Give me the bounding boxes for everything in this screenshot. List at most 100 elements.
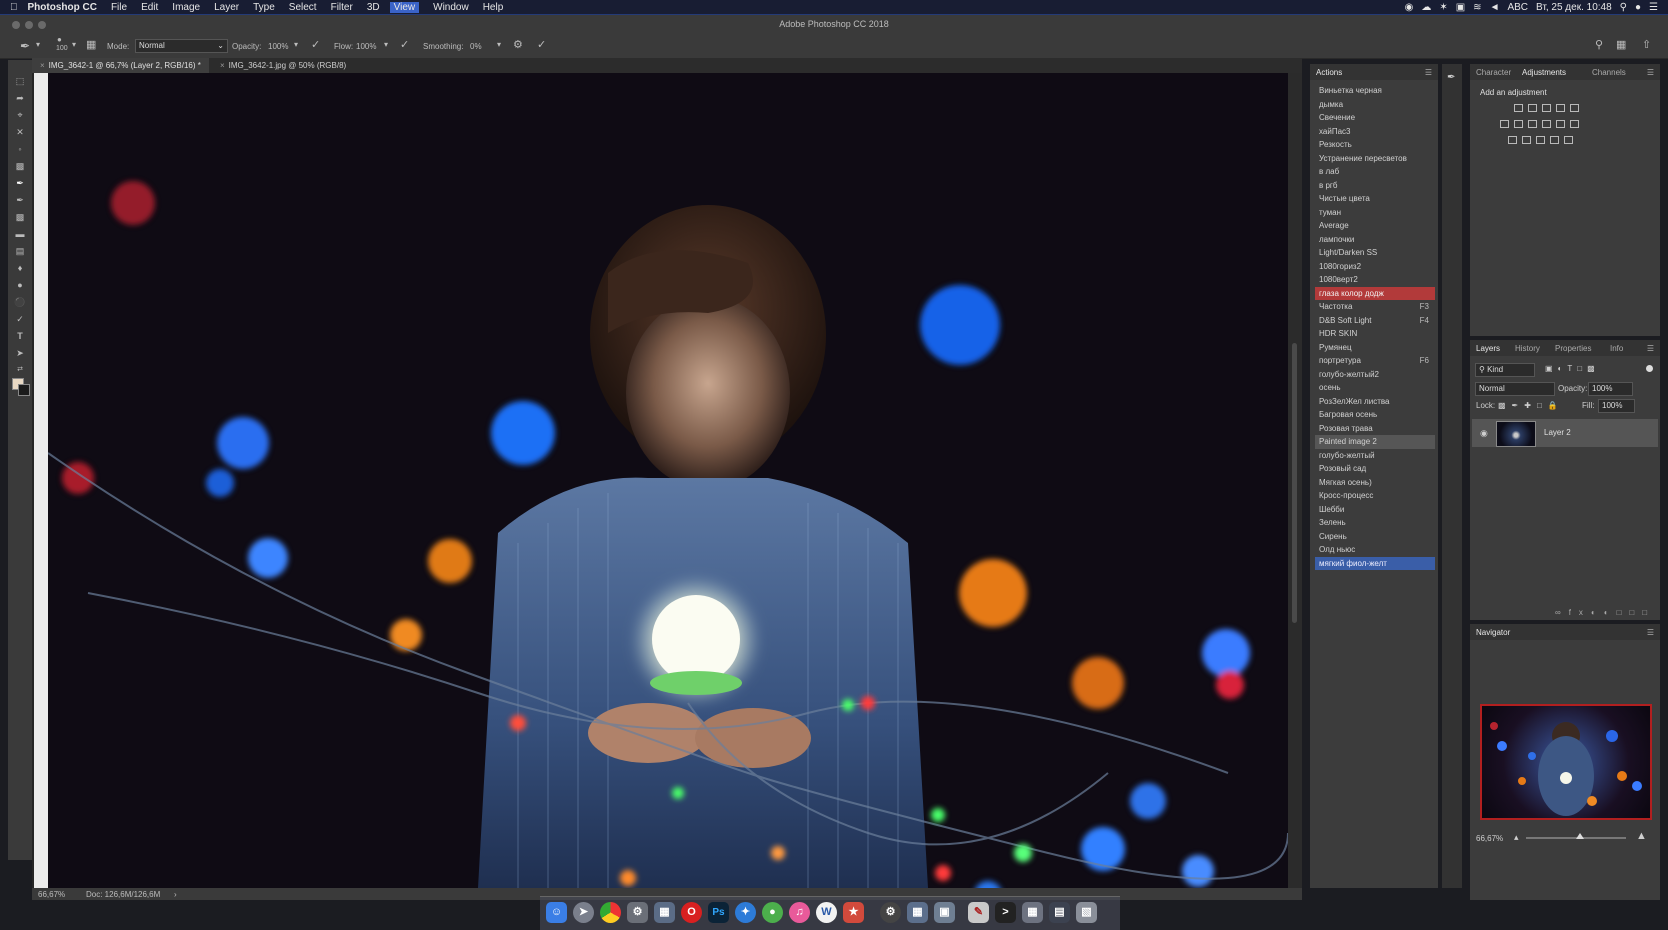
background-color-swatch[interactable] xyxy=(18,384,30,396)
marquee-tool-icon[interactable]: ⬚ xyxy=(13,76,27,86)
gradient-map-icon[interactable] xyxy=(1550,136,1559,144)
script-icon[interactable]: ✎ xyxy=(968,902,989,923)
eyedropper-tool-icon[interactable]: ✕ xyxy=(13,127,27,137)
invert-icon[interactable] xyxy=(1508,136,1517,144)
menu-select[interactable]: Select xyxy=(289,2,317,13)
action-item[interactable]: Зелень xyxy=(1315,516,1435,530)
menu-3d[interactable]: 3D xyxy=(367,2,380,13)
vibrance-icon[interactable] xyxy=(1570,104,1579,112)
action-item[interactable]: дымка xyxy=(1315,98,1435,112)
apple-icon[interactable]:  xyxy=(10,2,18,13)
files-icon[interactable]: ▦ xyxy=(907,902,928,923)
menubar-clock[interactable]: Вт, 25 дек. 10:48 xyxy=(1536,2,1612,13)
menu-edit[interactable]: Edit xyxy=(141,2,158,13)
gear-icon[interactable]: ⚙ xyxy=(513,38,523,51)
wifi-icon[interactable]: ≋ xyxy=(1473,2,1481,13)
tab-document-2[interactable]: × IMG_3642-1.jpg @ 50% (RGB/8) xyxy=(212,58,354,73)
smoothing-value[interactable]: 0% xyxy=(470,42,482,51)
canvas-scrollbar[interactable] xyxy=(1288,73,1302,888)
tab-document-1[interactable]: × IMG_3642-1 @ 66,7% (Layer 2, RGB/16) * xyxy=(32,58,209,73)
posterize-icon[interactable] xyxy=(1522,136,1531,144)
notification-center-icon[interactable]: ☰ xyxy=(1649,2,1658,13)
path-select-tool-icon[interactable]: ➤ xyxy=(13,348,27,358)
record-icon[interactable]: ◉ xyxy=(1405,2,1414,13)
layer-filter-icons[interactable]: ▣◐T□▩ xyxy=(1545,364,1600,378)
document-image[interactable] xyxy=(48,73,1288,888)
action-item[interactable]: HDR SKIN xyxy=(1315,327,1435,341)
doc-size[interactable]: Doc: 126,6M/126,6M xyxy=(86,890,160,899)
close-tab-icon[interactable]: × xyxy=(220,61,225,70)
spotlight-icon[interactable]: ⚲ xyxy=(1620,2,1627,13)
filter-toggle-icon[interactable] xyxy=(1646,365,1653,372)
tab-properties[interactable]: Properties xyxy=(1555,344,1591,353)
pen-tool-icon[interactable]: ✓ xyxy=(13,314,27,324)
activity-icon[interactable]: ▤ xyxy=(1049,902,1070,923)
blend-mode-select[interactable]: Normal xyxy=(1475,382,1555,396)
itunes-icon[interactable]: ♫ xyxy=(789,902,810,923)
finder-icon[interactable]: ☺ xyxy=(546,902,567,923)
action-item[interactable]: Шебби xyxy=(1315,503,1435,517)
tab-character[interactable]: Character xyxy=(1476,68,1511,77)
safari-icon[interactable]: ✦ xyxy=(735,902,756,923)
opacity-value[interactable]: 100% xyxy=(268,42,288,51)
action-item[interactable]: Розовая трава xyxy=(1315,422,1435,436)
action-item[interactable]: Багровая осень xyxy=(1315,408,1435,422)
panel-menu-icon[interactable]: ☰ xyxy=(1647,628,1654,637)
trash-icon[interactable]: ▧ xyxy=(1076,902,1097,923)
brush-tool-icon[interactable]: ✒ xyxy=(20,39,30,53)
downloads-icon[interactable]: ▦ xyxy=(1022,902,1043,923)
action-item[interactable]: глаза колор додж xyxy=(1315,286,1435,300)
menu-layer[interactable]: Layer xyxy=(214,2,239,13)
tab-adjustments[interactable]: Adjustments xyxy=(1522,68,1566,77)
action-item[interactable]: Painted image 2 xyxy=(1315,435,1435,449)
panel-menu-icon[interactable]: ☰ xyxy=(1647,68,1654,77)
menu-help[interactable]: Help xyxy=(483,2,504,13)
action-item[interactable]: мягкий фиол-желт xyxy=(1315,556,1435,570)
gradient-tool-icon[interactable]: ▤ xyxy=(13,246,27,256)
action-item[interactable]: Чистые цвета xyxy=(1315,192,1435,206)
user-icon[interactable]: ● xyxy=(1635,2,1641,13)
curves-icon[interactable] xyxy=(1542,104,1551,112)
blur-tool-icon[interactable]: ⚫ xyxy=(13,297,27,307)
action-item[interactable]: 1080верт2 xyxy=(1315,273,1435,287)
swap-colors-icon[interactable]: ⇄ xyxy=(13,365,27,375)
airbrush-icon[interactable]: ✓ xyxy=(400,38,409,51)
tab-layers[interactable]: Layers xyxy=(1476,344,1500,353)
scrollbar-thumb[interactable] xyxy=(1292,343,1297,623)
close-tab-icon[interactable]: × xyxy=(40,61,45,70)
brush-preview-dot-icon[interactable]: ● xyxy=(57,35,62,44)
tab-channels[interactable]: Channels xyxy=(1592,68,1626,77)
chrome-icon[interactable] xyxy=(600,902,621,923)
screenshot-icon[interactable]: ▣ xyxy=(934,902,955,923)
system-prefs-icon[interactable]: ⚙ xyxy=(627,902,648,923)
launchpad-icon[interactable]: ➤ xyxy=(573,902,594,923)
mixer-brush-tool-icon[interactable]: ✒ xyxy=(13,195,27,205)
opera-icon[interactable]: O xyxy=(681,902,702,923)
reeder-icon[interactable]: ★ xyxy=(843,902,864,923)
share-icon[interactable]: ⇧ xyxy=(1642,38,1651,51)
layer-filter-kind-select[interactable]: ⚲ Kind xyxy=(1475,363,1535,377)
menu-filter[interactable]: Filter xyxy=(331,2,353,13)
eraser-tool-icon[interactable]: ▬ xyxy=(13,229,27,239)
tab-info[interactable]: Info xyxy=(1610,344,1623,353)
flow-chevron-icon[interactable]: ▾ xyxy=(384,40,388,49)
brightness-contrast-icon[interactable] xyxy=(1514,104,1523,112)
action-item[interactable]: Резкость xyxy=(1315,138,1435,152)
photo-filter-icon[interactable] xyxy=(1542,120,1551,128)
lasso-tool-icon[interactable]: ➦ xyxy=(13,93,27,103)
channel-mixer-icon[interactable] xyxy=(1556,120,1565,128)
zoom-slider-handle[interactable] xyxy=(1576,833,1584,839)
search-icon[interactable]: ⚲ xyxy=(1595,38,1603,51)
smoothing-chevron-icon[interactable]: ▾ xyxy=(497,40,501,49)
exposure-icon[interactable] xyxy=(1556,104,1565,112)
color-lookup-icon[interactable] xyxy=(1570,120,1579,128)
visibility-eye-icon[interactable]: ◉ xyxy=(1480,428,1488,439)
action-item[interactable]: Устранение пересветов xyxy=(1315,152,1435,166)
color-balance-icon[interactable] xyxy=(1514,120,1523,128)
layer-row[interactable]: ◉ Layer 2 xyxy=(1472,419,1658,447)
layer-name[interactable]: Layer 2 xyxy=(1544,428,1571,437)
menu-window[interactable]: Window xyxy=(433,2,469,13)
crop-tool-icon[interactable]: ⌖ xyxy=(13,110,27,120)
action-item[interactable]: Light/Darken SS xyxy=(1315,246,1435,260)
selective-color-icon[interactable] xyxy=(1564,136,1573,144)
